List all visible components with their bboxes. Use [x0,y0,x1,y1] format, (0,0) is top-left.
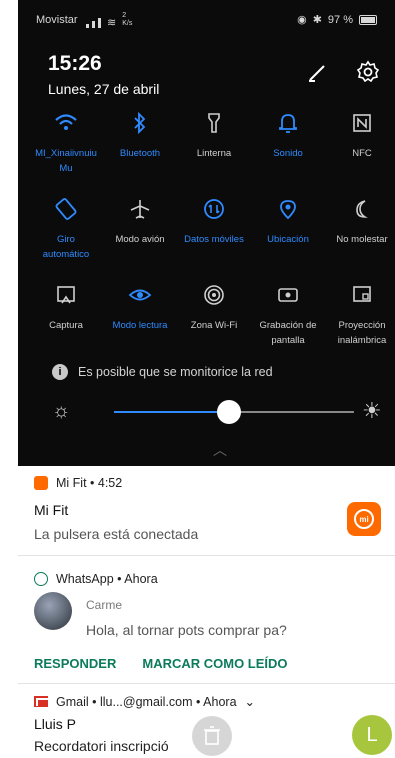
bluetooth-icon [125,108,155,138]
mifit-app-icon [34,476,48,490]
auto-brightness-icon[interactable]: ☀ [362,398,382,424]
battery-icon [359,14,377,25]
gear-icon[interactable] [356,60,380,84]
network-speed: 2 K/s [122,12,133,27]
cast-icon [347,280,377,310]
tile-label: Linterna [196,148,232,159]
clock: 15:26 [48,52,102,75]
tile-do-not-disturb[interactable]: No molestar [324,194,395,247]
brightness-thumb[interactable] [217,400,242,424]
app-name: WhatsApp • Ahora [56,572,158,586]
reply-button[interactable]: RESPONDER [34,656,116,671]
brightness-slider[interactable] [114,400,354,424]
tile-wireless-projection[interactable]: Proyección inalámbrica [324,280,395,348]
record-icon [273,280,303,310]
tile-hotspot[interactable]: Zona Wi-Fi [176,280,252,333]
app-name: Gmail • llu...@gmail.com • Ahora [56,694,237,709]
avatar [34,592,72,630]
whatsapp-icon [34,572,48,586]
tile-screenshot[interactable]: Captura [28,280,104,333]
tile-bluetooth[interactable]: Bluetooth [102,108,178,161]
notification-whatsapp[interactable]: WhatsApp • Ahora Carme Hola, al tornar p… [18,562,395,684]
wifi-icon [51,108,81,138]
notification-header: WhatsApp • Ahora [34,572,158,586]
tile-auto-rotate[interactable]: Giro automático [28,194,104,262]
bell-icon [273,108,303,138]
tile-label: Sonido [273,148,303,159]
tile-label: Giro automático [42,234,90,260]
tile-mobile-data[interactable]: Datos móviles [176,194,252,247]
info-icon: i [52,364,68,380]
tile-label: Datos móviles [184,234,244,245]
edit-icon[interactable] [305,60,329,84]
expand-chevron-icon[interactable]: ︿ [213,440,227,460]
tile-label: Bluetooth [119,148,161,159]
tile-label: Zona Wi-Fi [190,320,238,331]
notification-title: Mi Fit [34,502,69,518]
notification-mifit[interactable]: Mi Fit • 4:52 Mi Fit La pulsera está con… [18,466,395,556]
mi-logo: mi [347,502,381,536]
hotspot-icon [199,280,229,310]
brightness-low-icon: ☼ [52,400,71,422]
avatar: L [352,715,392,755]
tile-label: MI_Xinaiivnuiu Mu [35,148,97,174]
tile-label: Proyección inalámbrica [337,320,387,346]
tile-label: Modo lectura [112,320,168,331]
screenshot-icon [51,280,81,310]
moon-icon [347,194,377,224]
signal-icon: ≋ 2 K/s [86,12,133,29]
notification-title: Lluis P [34,716,77,732]
location-icon [273,194,303,224]
tile-sound[interactable]: Sonido [250,108,326,161]
notification-header: Mi Fit • 4:52 [34,476,122,490]
tile-label: No molestar [336,234,388,245]
notification-header: Gmail • llu...@gmail.com • Ahora ⌄ [34,694,255,709]
sender-name: Carme [86,598,123,612]
notification-body: Recordatori inscripció [34,738,169,754]
eye-status-icon: ◉ [297,14,307,26]
status-bar: Movistar ≋ 2 K/s ◉ ✱ 97 % [18,0,395,36]
carrier-label: Movistar [36,14,78,26]
gmail-icon [34,696,48,707]
brightness-fill [114,411,230,413]
battery-label: 97 % [327,13,353,26]
nfc-icon [347,108,377,138]
tile-label: Modo avión [115,234,165,245]
mark-read-button[interactable]: MARCAR COMO LEÍDO [142,656,287,671]
flashlight-icon [199,108,229,138]
chevron-down-icon[interactable]: ⌄ [245,694,255,709]
bluetooth-status-icon: ✱ [312,14,322,26]
brightness-control: ☼ ☀ [52,394,395,430]
wifi-status-icon: ≋ [107,17,117,29]
network-monitor-notice[interactable]: i Es posible que se monitorice la red [52,364,273,380]
tile-reading-mode[interactable]: Modo lectura [102,280,178,333]
notification-body: La pulsera está conectada [34,526,199,542]
tile-label: Ubicación [267,234,309,245]
notification-body: Hola, al tornar pots comprar pa? [86,622,287,638]
notice-text: Es posible que se monitorice la red [78,365,273,379]
tile-label: Grabación de pantalla [259,320,317,346]
tile-location[interactable]: Ubicación [250,194,326,247]
quick-settings-panel: Movistar ≋ 2 K/s ◉ ✱ 97 % 15:26 Lunes, 2… [18,0,395,470]
app-name: Mi Fit • 4:52 [56,476,123,490]
tile-wifi[interactable]: MI_Xinaiivnuiu Mu [28,108,104,176]
rotate-icon [51,194,81,224]
tile-nfc[interactable]: NFC [324,108,395,161]
tile-flashlight[interactable]: Linterna [176,108,252,161]
eye-icon [125,280,155,310]
tile-label: NFC [352,148,372,159]
notification-actions: RESPONDER MARCAR COMO LEÍDO [34,656,288,671]
clear-all-trash-icon[interactable] [192,716,232,756]
tile-screen-record[interactable]: Grabación de pantalla [250,280,326,348]
tile-label: Captura [49,320,83,331]
airplane-icon [125,194,155,224]
mobile-data-icon [199,194,229,224]
tile-airplane[interactable]: Modo avión [102,194,178,247]
date-label: Lunes, 27 de abril [48,81,160,97]
phone-screen: Movistar ≋ 2 K/s ◉ ✱ 97 % 15:26 Lunes, 2… [0,0,395,758]
